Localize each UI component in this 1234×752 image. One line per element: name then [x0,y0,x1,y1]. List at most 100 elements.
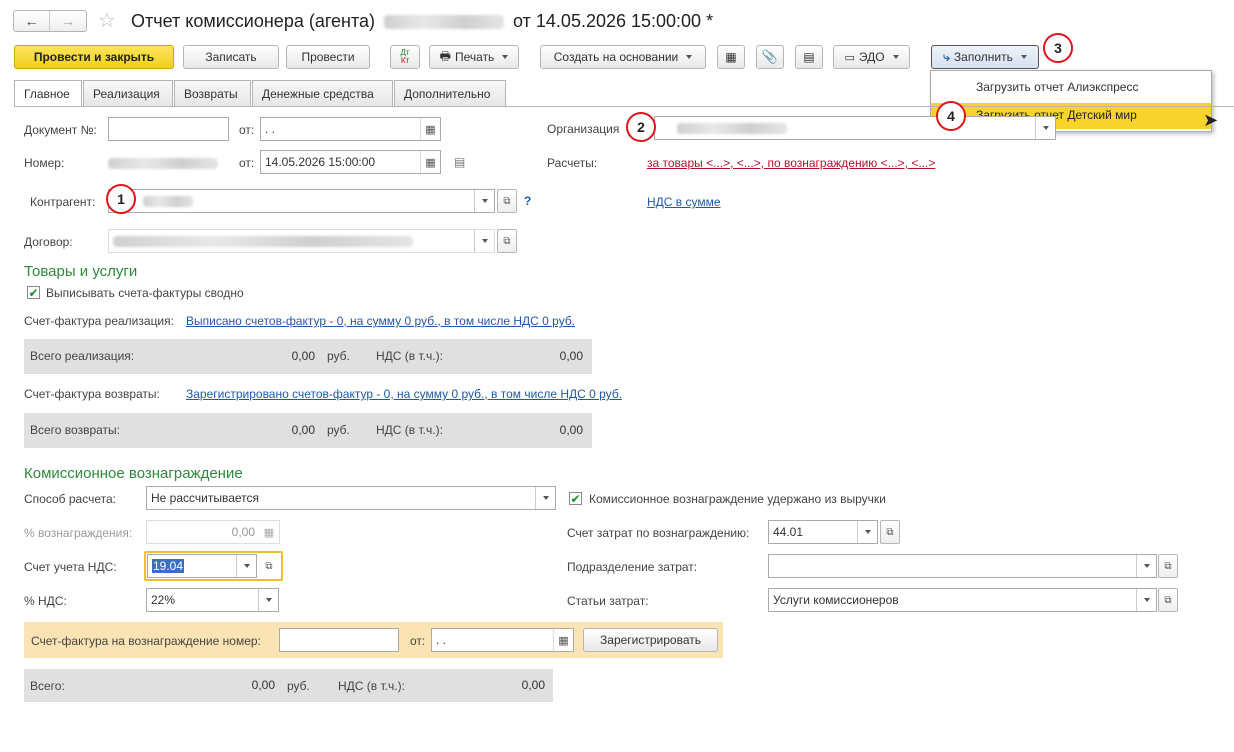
print-button[interactable]: 🖶 Печать [429,45,519,69]
contract-dropdown[interactable] [474,230,494,252]
vat-rate-label: % НДС: [24,594,67,608]
edo-button[interactable]: ▭ ЭДО [833,45,910,69]
back-arrow-icon[interactable]: ← [14,11,50,31]
comment-icon[interactable]: ▤ [454,155,465,169]
invoice-return-link[interactable]: Зарегистрировано счетов-фактур - 0, на с… [186,387,622,401]
contractor-label: Контрагент: [30,195,96,209]
vat-account-label: Счет учета НДС: [24,560,117,574]
document-list-icon: ▤ [803,50,815,64]
settlements-link[interactable]: за товары <...>, <...>, по вознаграждени… [647,156,935,170]
doc-no-input[interactable] [108,117,229,141]
dtkt-icon-bottom: Кт [400,56,410,65]
annotation-marker-1: 1 [106,184,136,214]
total-sale-value: 0,00 [186,344,320,368]
total-label: Всего: [30,679,65,693]
cost-account-label: Счет затрат по вознаграждению: [567,526,750,540]
annotation-marker-2: 2 [626,112,656,142]
fill-button[interactable]: ⤷ Заполнить [931,45,1039,69]
contractor-dropdown[interactable] [474,190,494,212]
annotation-marker-4: 4 [936,101,966,131]
dtkt-button[interactable]: Дт Кт [390,45,420,69]
structure-button[interactable]: ▦ [717,45,745,69]
invoice-sale-label: Счет-фактура реализация: [24,314,174,328]
cost-dept-dropdown[interactable] [1136,555,1156,577]
calendar-icon[interactable]: ▦ [420,118,440,140]
vat-account-open-button[interactable]: ⧉ [259,554,279,578]
percent-input: 0,00 ▦ [146,520,280,544]
settlements-label: Расчеты: [547,156,598,170]
calendar-icon[interactable]: ▦ [553,629,573,651]
number-blurred-value [108,158,218,170]
contractor-help-icon[interactable]: ? [524,194,531,208]
report-button[interactable]: ▤ [795,45,823,69]
contract-input[interactable] [108,229,495,253]
edo-icon: ▭ [844,51,855,64]
tab-main[interactable]: Главное [14,80,82,107]
withheld-label: Комиссионное вознаграждение удержано из … [589,492,886,506]
forward-arrow-icon[interactable]: → [50,11,86,31]
cost-item-select[interactable]: Услуги комиссионеров [768,588,1157,612]
save-button[interactable]: Записать [183,45,279,69]
org-dropdown[interactable] [1035,117,1055,139]
invoice-summary-checkbox[interactable]: ✔ [27,286,40,299]
invoice-date-input[interactable]: . . ▦ [431,628,574,652]
sale-vat-value: 0,00 [455,344,588,368]
menu-item-aliexpress[interactable]: Загрузить отчет Алиэкспресс [931,75,1211,101]
vat-account-select[interactable]: 19.04 [147,554,257,578]
cost-dept-open-button[interactable]: ⧉ [1158,554,1178,578]
cost-account-open-button[interactable]: ⧉ [880,520,900,544]
org-blurred-value [677,123,787,135]
vat-in-sum-link[interactable]: НДС в сумме [647,195,721,209]
total-value: 0,00 [146,673,280,697]
create-based-on-button[interactable]: Создать на основании [540,45,706,69]
method-select[interactable]: Не рассчитывается [146,486,556,510]
contractor-input[interactable] [108,189,495,213]
attachments-button[interactable]: 📎 [756,45,784,69]
cost-dept-select[interactable] [768,554,1157,578]
vat-rate-select[interactable]: 22% [146,588,279,612]
invoice-sale-link[interactable]: Выписано счетов-фактур - 0, на сумму 0 р… [186,314,575,328]
method-dropdown[interactable] [535,487,555,509]
favorite-star-icon[interactable]: ☆ [98,8,116,33]
invoice-no-label: Счет-фактура на вознаграждение номер: [31,634,261,648]
invoice-from-label: от: [410,634,426,648]
printer-icon: 🖶 [439,48,451,63]
register-button[interactable]: Зарегистрировать [583,628,718,652]
tab-cash[interactable]: Денежные средства [252,80,393,106]
tab-sales[interactable]: Реализация [83,80,173,106]
contract-blurred-value [113,236,413,248]
return-currency: руб. [327,423,350,437]
total-sale-label: Всего реализация: [30,349,135,363]
return-vat-label: НДС (в т.ч.): [376,423,443,437]
title-text: Отчет комиссионера (агента) [131,11,376,31]
org-input[interactable] [654,116,1056,140]
cost-item-open-button[interactable]: ⧉ [1158,588,1178,612]
post-button[interactable]: Провести [286,45,370,69]
title-blurred-number [384,15,505,30]
tab-underline [14,106,1234,107]
contract-label: Договор: [24,235,73,249]
invoice-summary-label: Выписывать счета-фактуры сводно [46,286,244,300]
contractor-open-button[interactable]: ⧉ [497,189,517,213]
cost-account-select[interactable]: 44.01 [768,520,878,544]
tab-additional[interactable]: Дополнительно [394,80,506,106]
withheld-checkbox[interactable]: ✔ [569,492,582,505]
total-vat-label: НДС (в т.ч.): [338,679,405,693]
cost-item-dropdown[interactable] [1136,589,1156,611]
vat-account-dropdown[interactable] [236,555,256,577]
goods-section-title: Товары и услуги [24,263,138,280]
calculator-icon: ▦ [263,526,275,539]
number-date-input[interactable]: 14.05.2026 15:00:00 ▦ [260,150,441,174]
method-label: Способ расчета: [24,492,116,506]
vat-rate-dropdown[interactable] [258,589,278,611]
total-return-label: Всего возвраты: [30,423,120,437]
cost-account-dropdown[interactable] [857,521,877,543]
tab-returns[interactable]: Возвраты [174,80,251,106]
cost-item-label: Статьи затрат: [567,594,649,608]
doc-date-input[interactable]: . . ▦ [260,117,441,141]
contract-open-button[interactable]: ⧉ [497,229,517,253]
title-suffix: от 14.05.2026 15:00:00 * [513,11,714,31]
invoice-no-input[interactable] [279,628,399,652]
post-and-close-button[interactable]: Провести и закрыть [14,45,174,69]
calendar-icon[interactable]: ▦ [420,151,440,173]
